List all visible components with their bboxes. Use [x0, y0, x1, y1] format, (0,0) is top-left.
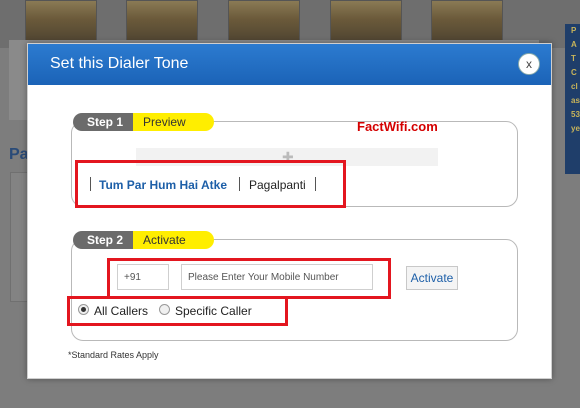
close-button[interactable]: x: [518, 53, 540, 75]
step2-name: Activate: [133, 231, 214, 249]
side-text: 53: [571, 110, 580, 119]
specific-caller-label[interactable]: Specific Caller: [175, 304, 252, 318]
step2-number: Step 2: [73, 231, 134, 249]
dialer-tone-modal: Set this Dialer Tone x Step 1 Preview Fa…: [27, 43, 552, 379]
side-text: P: [571, 26, 577, 35]
step2-tab: Step 2 Activate: [73, 231, 214, 249]
specific-caller-radio[interactable]: [159, 304, 170, 315]
side-text: A: [571, 40, 577, 49]
step1-number: Step 1: [73, 113, 134, 131]
modal-header: Set this Dialer Tone x: [28, 44, 551, 85]
background-heading: Pa: [9, 146, 29, 163]
all-callers-label[interactable]: All Callers: [94, 304, 148, 318]
watermark-text: FactWifi.com: [357, 119, 438, 134]
step1-name: Preview: [133, 113, 214, 131]
country-code-field[interactable]: +91: [117, 264, 169, 290]
side-text: as: [571, 96, 580, 105]
separator: [315, 177, 316, 191]
mobile-number-input[interactable]: Please Enter Your Mobile Number: [181, 264, 373, 290]
modal-title: Set this Dialer Tone: [50, 55, 189, 72]
song-title-link[interactable]: Tum Par Hum Hai Atke: [99, 178, 227, 192]
side-text: ye: [571, 124, 580, 133]
separator: [90, 177, 91, 191]
side-text: cl: [571, 82, 578, 91]
album-name[interactable]: Pagalpanti: [249, 178, 306, 192]
standard-rates-note: *Standard Rates Apply: [68, 350, 159, 360]
side-text: C: [571, 68, 577, 77]
all-callers-radio[interactable]: [78, 304, 89, 315]
separator: [239, 177, 240, 191]
activate-button[interactable]: Activate: [406, 266, 458, 290]
background-side-banner: P A T C cl as 53 ye: [565, 24, 580, 174]
step1-tab: Step 1 Preview: [73, 113, 214, 131]
side-text: T: [571, 54, 576, 63]
